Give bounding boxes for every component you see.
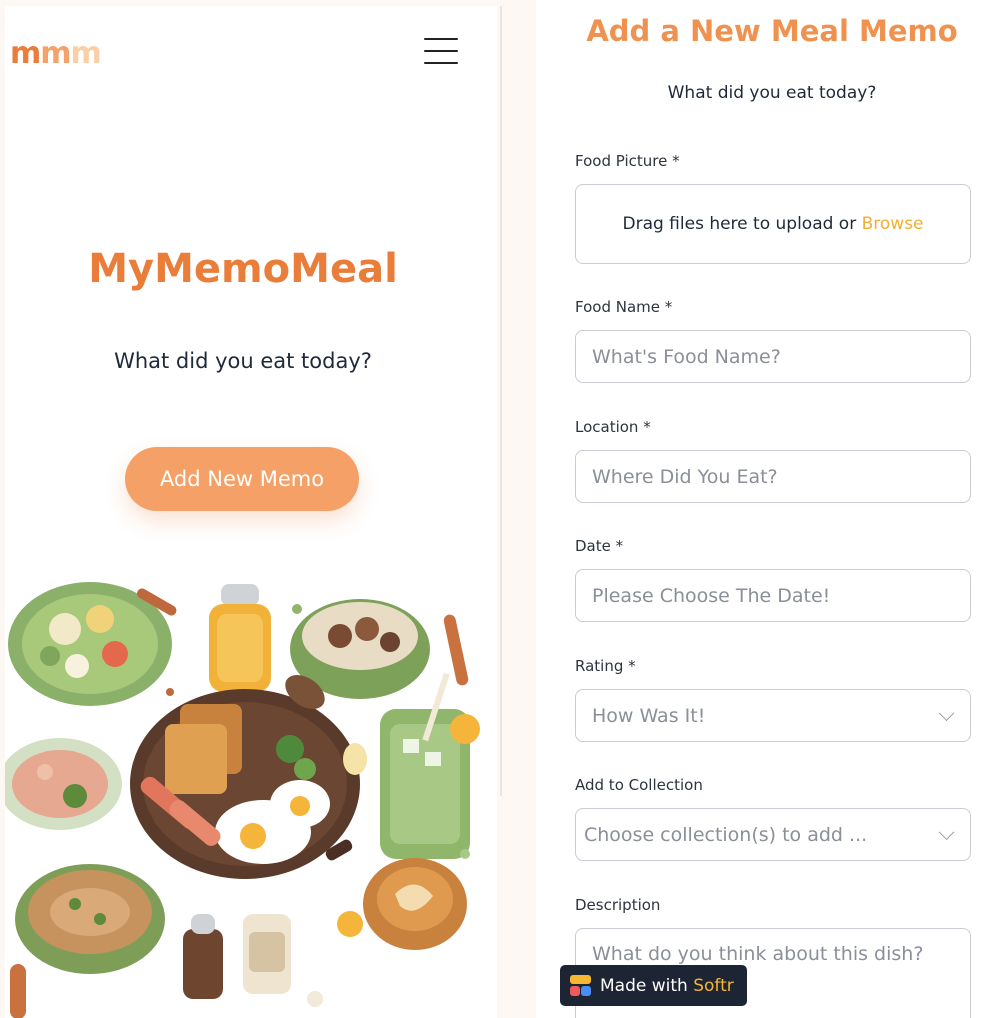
badge-brand: Softr: [693, 975, 734, 996]
form-subtitle: What did you eat today?: [667, 83, 877, 103]
softr-logo-icon: [570, 975, 591, 996]
food-name-placeholder: What's Food Name?: [592, 345, 781, 368]
location-placeholder: Where Did You Eat?: [592, 465, 778, 488]
logo-letter: m: [40, 36, 71, 71]
date-input[interactable]: Please Choose The Date!: [575, 569, 971, 622]
logo-letter: m: [70, 36, 102, 71]
location-label: Location *: [575, 418, 651, 436]
food-picture-upload[interactable]: Drag files here to upload or Browse: [575, 184, 971, 264]
landing-panel: mmm MyMemoMeal What did you eat today? A…: [5, 6, 497, 1018]
badge-prefix: Made with: [600, 975, 694, 996]
upload-text: Drag files here to upload or: [622, 214, 862, 234]
form-title: Add a New Meal Memo: [586, 14, 958, 48]
collection-label: Add to Collection: [575, 776, 703, 794]
upload-instructions: Drag files here to upload or Browse: [576, 214, 970, 234]
panel-divider: [500, 6, 502, 796]
description-label: Description: [575, 896, 661, 914]
collection-select[interactable]: Choose collection(s) to add ...: [575, 808, 971, 861]
date-placeholder: Please Choose The Date!: [592, 584, 831, 607]
menu-icon[interactable]: [424, 38, 460, 66]
app-logo[interactable]: mmm: [10, 36, 102, 71]
hero-subtitle: What did you eat today?: [114, 349, 372, 373]
food-name-label: Food Name *: [575, 298, 673, 316]
browse-link[interactable]: Browse: [862, 214, 924, 234]
description-placeholder: What do you think about this dish?: [592, 943, 924, 965]
rating-select[interactable]: How Was It!: [575, 689, 971, 742]
food-illustration: [5, 582, 480, 1018]
rating-placeholder: How Was It!: [592, 704, 706, 727]
date-label: Date *: [575, 537, 624, 555]
food-name-input[interactable]: What's Food Name?: [575, 330, 971, 383]
rating-label: Rating *: [575, 657, 636, 675]
meal-memo-form: Add a New Meal Memo What did you eat tod…: [536, 0, 1000, 1018]
made-with-softr-badge[interactable]: Made with Softr: [560, 965, 747, 1006]
badge-text: Made with Softr: [600, 976, 734, 996]
chevron-down-icon: [938, 823, 955, 840]
collection-placeholder: Choose collection(s) to add ...: [584, 823, 868, 846]
location-input[interactable]: Where Did You Eat?: [575, 450, 971, 503]
hero-title: MyMemoMeal: [88, 246, 398, 292]
add-new-memo-button[interactable]: Add New Memo: [125, 447, 359, 511]
logo-letter: m: [10, 36, 41, 71]
food-picture-label: Food Picture *: [575, 152, 680, 170]
chevron-down-icon: [938, 704, 955, 721]
